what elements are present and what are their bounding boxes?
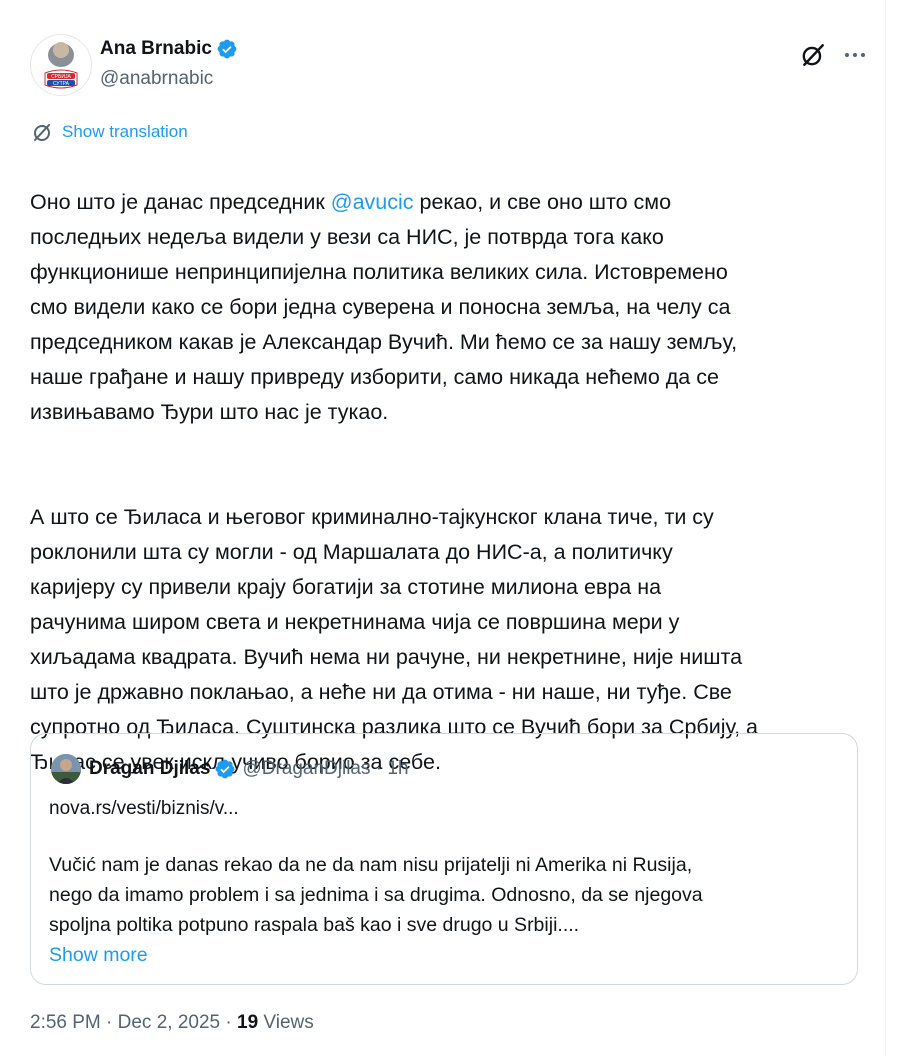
quoted-tweet-card[interactable]: Dragan Djilas @DraganDjilas · 1h nova.rs… (30, 733, 858, 985)
verified-badge-icon (217, 39, 237, 59)
author-avatar[interactable]: СРБИЈА СУТРА (30, 34, 92, 96)
more-icon[interactable] (840, 40, 870, 70)
avatar-logo-text: СРБИЈА (51, 74, 71, 80)
tweet-paragraph-1: Оно што је данас председник @avucic река… (30, 185, 860, 430)
author-handle[interactable]: @anabrnabic (100, 68, 213, 90)
tweet-header: СРБИЈА СУТРА Ana Brnabic @anabrnabic (30, 34, 870, 96)
tweet-text: Оно што је данас председник @avucic река… (30, 150, 860, 815)
tweet-meta: 2:56 PM · Dec 2, 2025 · 19 Views (30, 1012, 314, 1034)
column-border (885, 0, 886, 1056)
svg-text:СУТРА: СУТРА (53, 81, 70, 87)
tweet-text-segment: Оно што је данас председник (30, 190, 331, 214)
quoted-author-handle-time[interactable]: @DraganDjilas · 1h (242, 758, 408, 780)
translate-icon (34, 124, 50, 141)
quoted-author-avatar[interactable] (51, 754, 81, 784)
author-display-name[interactable]: Ana Brnabic (100, 38, 212, 60)
tweet-timestamp[interactable]: 2:56 PM · Dec 2, 2025 · (30, 1012, 237, 1033)
mention-link[interactable]: @avucic (331, 190, 414, 214)
quoted-tweet-header: Dragan Djilas @DraganDjilas · 1h (51, 754, 409, 784)
verified-badge-icon (216, 759, 235, 779)
quoted-tweet-body: Vučić nam je danas rekao da ne da nam ni… (49, 850, 839, 970)
views-label: Views (258, 1012, 314, 1033)
grok-icon[interactable] (800, 42, 826, 68)
translate-row[interactable]: Show translation (30, 120, 188, 144)
quoted-tweet-text: Vučić nam je danas rekao da ne da nam ni… (49, 854, 703, 936)
quoted-author-name[interactable]: Dragan Djilas (89, 758, 210, 780)
show-more-link[interactable]: Show more (49, 940, 839, 970)
views-count: 19 (237, 1012, 259, 1033)
quoted-tweet-link[interactable]: nova.rs/vesti/biznis/v... (49, 798, 239, 820)
show-translation-link[interactable]: Show translation (62, 122, 188, 142)
tweet-text-segment: рекао, и све оно што смо последњих недељ… (30, 190, 738, 424)
